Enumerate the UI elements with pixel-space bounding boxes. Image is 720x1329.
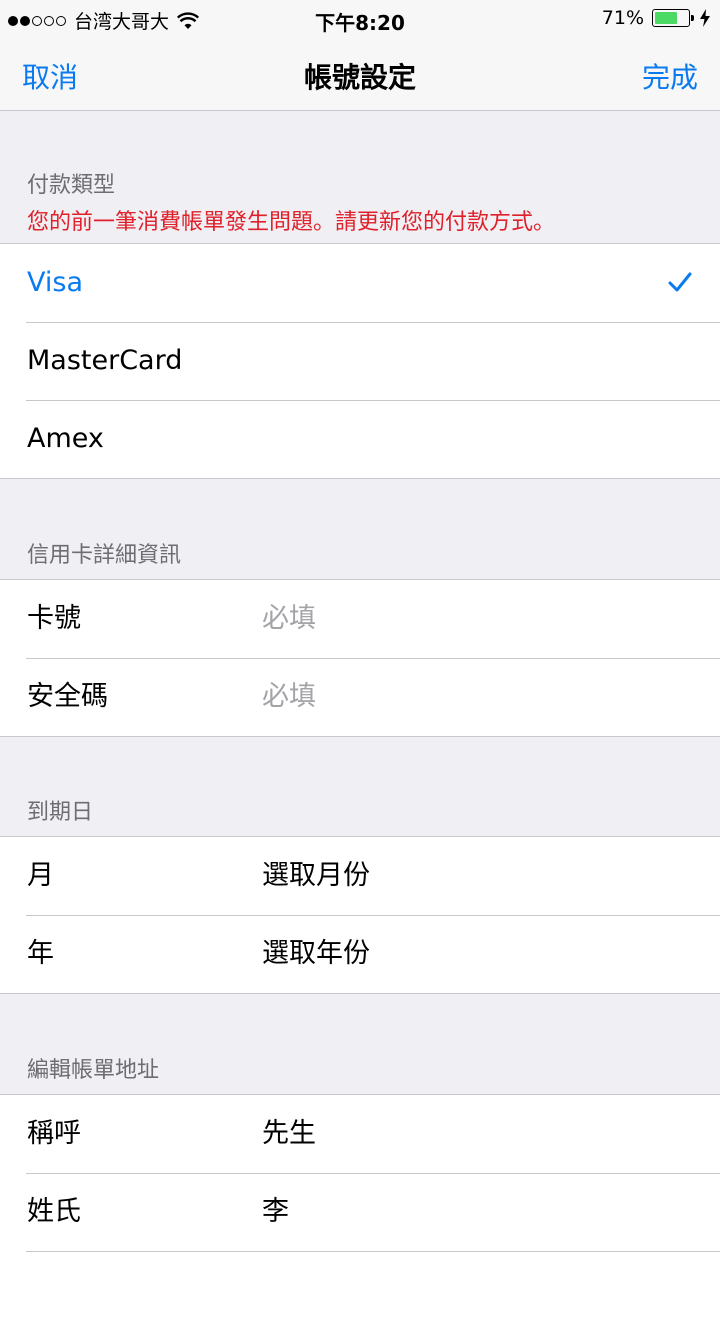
card-details-group: 卡號 必填 安全碼 必填 bbox=[0, 579, 720, 737]
security-code-label: 安全碼 bbox=[27, 681, 108, 712]
card-number-label: 卡號 bbox=[27, 603, 81, 634]
navigation-bar: 取消 帳號設定 完成 bbox=[0, 38, 720, 111]
expiry-header: 到期日 bbox=[27, 800, 94, 825]
billing-address-header: 編輯帳單地址 bbox=[27, 1058, 160, 1083]
status-bar: 台湾大哥大 下午8:20 71% bbox=[0, 0, 720, 38]
battery-fill bbox=[655, 12, 677, 24]
done-button[interactable]: 完成 bbox=[642, 56, 698, 96]
expiry-month-select[interactable]: 選取月份 bbox=[262, 837, 370, 915]
expiry-year-label: 年 bbox=[27, 938, 54, 969]
payment-option-label: Amex bbox=[27, 423, 104, 454]
surname-label: 姓氏 bbox=[27, 1196, 81, 1227]
card-details-header: 信用卡詳細資訊 bbox=[27, 543, 182, 568]
payment-option-mastercard[interactable]: MasterCard bbox=[0, 322, 720, 400]
battery-percent: 71% bbox=[601, 7, 644, 29]
payment-type-header: 付款類型 bbox=[27, 173, 116, 198]
payment-option-amex[interactable]: Amex bbox=[0, 400, 720, 478]
security-code-field[interactable]: 安全碼 必填 bbox=[0, 658, 720, 736]
expiry-month-field[interactable]: 月 選取月份 bbox=[0, 837, 720, 915]
security-code-input[interactable]: 必填 bbox=[262, 658, 316, 736]
charging-bolt-icon bbox=[700, 9, 710, 27]
page-title: 帳號設定 bbox=[303, 61, 416, 94]
checkmark-icon bbox=[668, 272, 692, 292]
salutation-value[interactable]: 先生 bbox=[262, 1095, 316, 1173]
expiry-month-label: 月 bbox=[27, 860, 54, 891]
card-number-field[interactable]: 卡號 必填 bbox=[0, 580, 720, 658]
billing-address-group: 稱呼 先生 姓氏 李 bbox=[0, 1094, 720, 1329]
payment-error-message: 您的前一筆消費帳單發生問題。請更新您的付款方式。 bbox=[27, 210, 556, 235]
next-field-row[interactable] bbox=[0, 1251, 720, 1329]
battery-icon bbox=[652, 9, 694, 27]
surname-input[interactable]: 李 bbox=[262, 1173, 289, 1251]
salutation-label: 稱呼 bbox=[27, 1118, 81, 1149]
surname-field[interactable]: 姓氏 李 bbox=[0, 1173, 720, 1251]
payment-option-label: MasterCard bbox=[27, 345, 183, 376]
payment-option-visa[interactable]: Visa bbox=[0, 244, 720, 322]
payment-option-label: Visa bbox=[27, 267, 83, 298]
salutation-field[interactable]: 稱呼 先生 bbox=[0, 1095, 720, 1173]
status-right: 71% bbox=[602, 7, 710, 29]
payment-type-group: Visa MasterCard Amex bbox=[0, 243, 720, 479]
expiry-group: 月 選取月份 年 選取年份 bbox=[0, 836, 720, 994]
card-number-input[interactable]: 必填 bbox=[262, 580, 316, 658]
expiry-year-field[interactable]: 年 選取年份 bbox=[0, 915, 720, 993]
expiry-year-select[interactable]: 選取年份 bbox=[262, 915, 370, 993]
